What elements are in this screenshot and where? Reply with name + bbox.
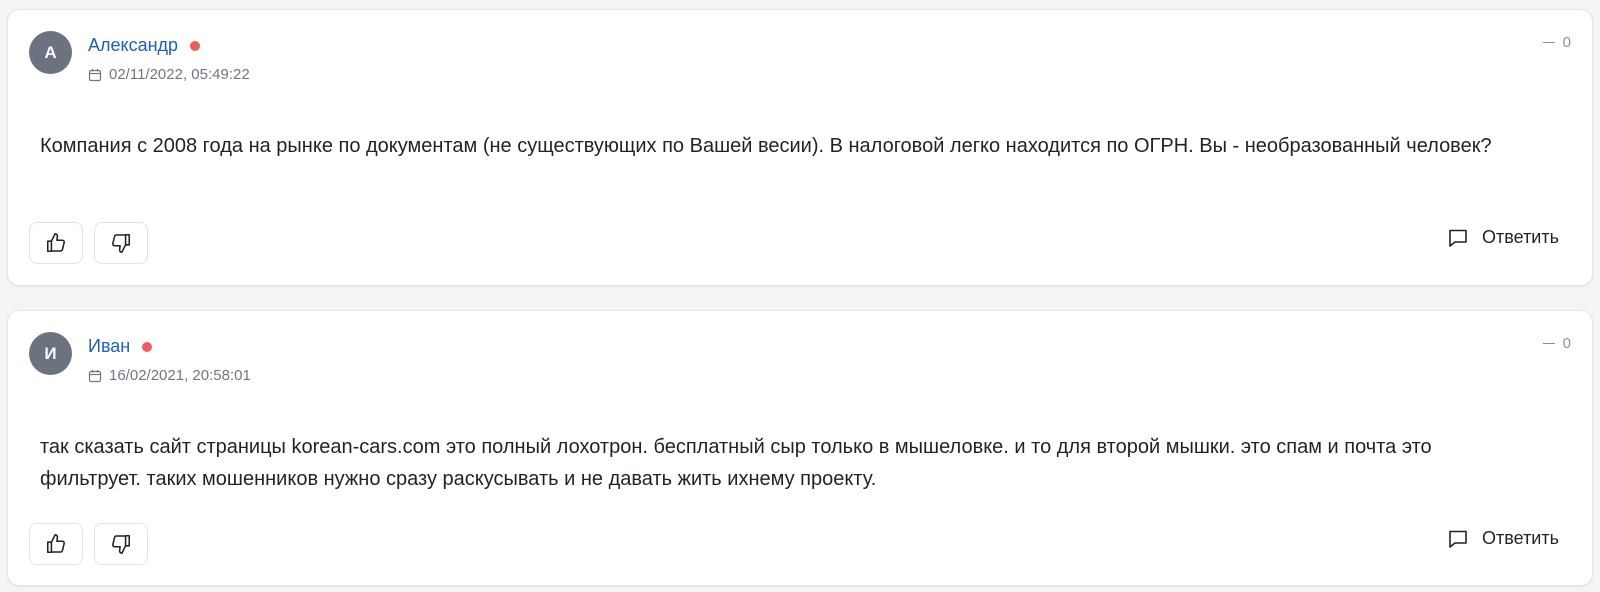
score-value: 0 <box>1562 34 1571 51</box>
online-status-dot <box>142 341 153 352</box>
date-text: 16/02/2021, 20:58:01 <box>109 367 251 384</box>
like-button[interactable] <box>29 523 83 565</box>
author-name-link[interactable]: Иван <box>88 336 130 357</box>
author-name-link[interactable]: Александр <box>88 35 178 56</box>
dislike-button[interactable] <box>94 523 148 565</box>
dislike-button[interactable] <box>94 222 148 264</box>
comment-card: А Александр 02/11/2022, 05:49:22 0 Компа… <box>7 9 1593 286</box>
comment-date: 16/02/2021, 20:58:01 <box>88 367 251 384</box>
score-value: 0 <box>1562 335 1571 352</box>
avatar[interactable]: И <box>29 332 72 375</box>
thumbs-down-icon <box>112 534 131 554</box>
reply-button[interactable]: Ответить <box>1448 227 1559 248</box>
reply-button[interactable]: Ответить <box>1448 528 1559 549</box>
like-button[interactable] <box>29 222 83 264</box>
comment-score: 0 <box>1542 335 1571 352</box>
author-row: Александр <box>88 35 201 56</box>
author-row: Иван <box>88 336 153 357</box>
avatar[interactable]: А <box>29 31 72 74</box>
online-status-dot <box>190 40 201 51</box>
thumbs-up-icon <box>46 233 65 253</box>
comment-card: И Иван 16/02/2021, 20:58:01 0 так сказат… <box>7 310 1593 586</box>
thumbs-down-icon <box>112 233 131 253</box>
reply-label: Ответить <box>1482 227 1559 247</box>
minus-icon <box>1542 42 1555 43</box>
reply-label: Ответить <box>1482 528 1559 548</box>
comment-date: 02/11/2022, 05:49:22 <box>88 66 250 83</box>
calendar-icon <box>88 68 102 81</box>
comment-score: 0 <box>1542 34 1571 51</box>
minus-icon <box>1542 343 1555 344</box>
calendar-icon <box>88 369 102 382</box>
comment-text: Компания с 2008 года на рынке по докумен… <box>40 135 1492 157</box>
comment-text: так сказать сайт страницы korean-cars.co… <box>40 436 1432 490</box>
speech-bubble-icon <box>1449 229 1467 247</box>
thumbs-up-icon <box>46 534 65 554</box>
speech-bubble-icon <box>1449 530 1467 548</box>
date-text: 02/11/2022, 05:49:22 <box>109 66 250 83</box>
